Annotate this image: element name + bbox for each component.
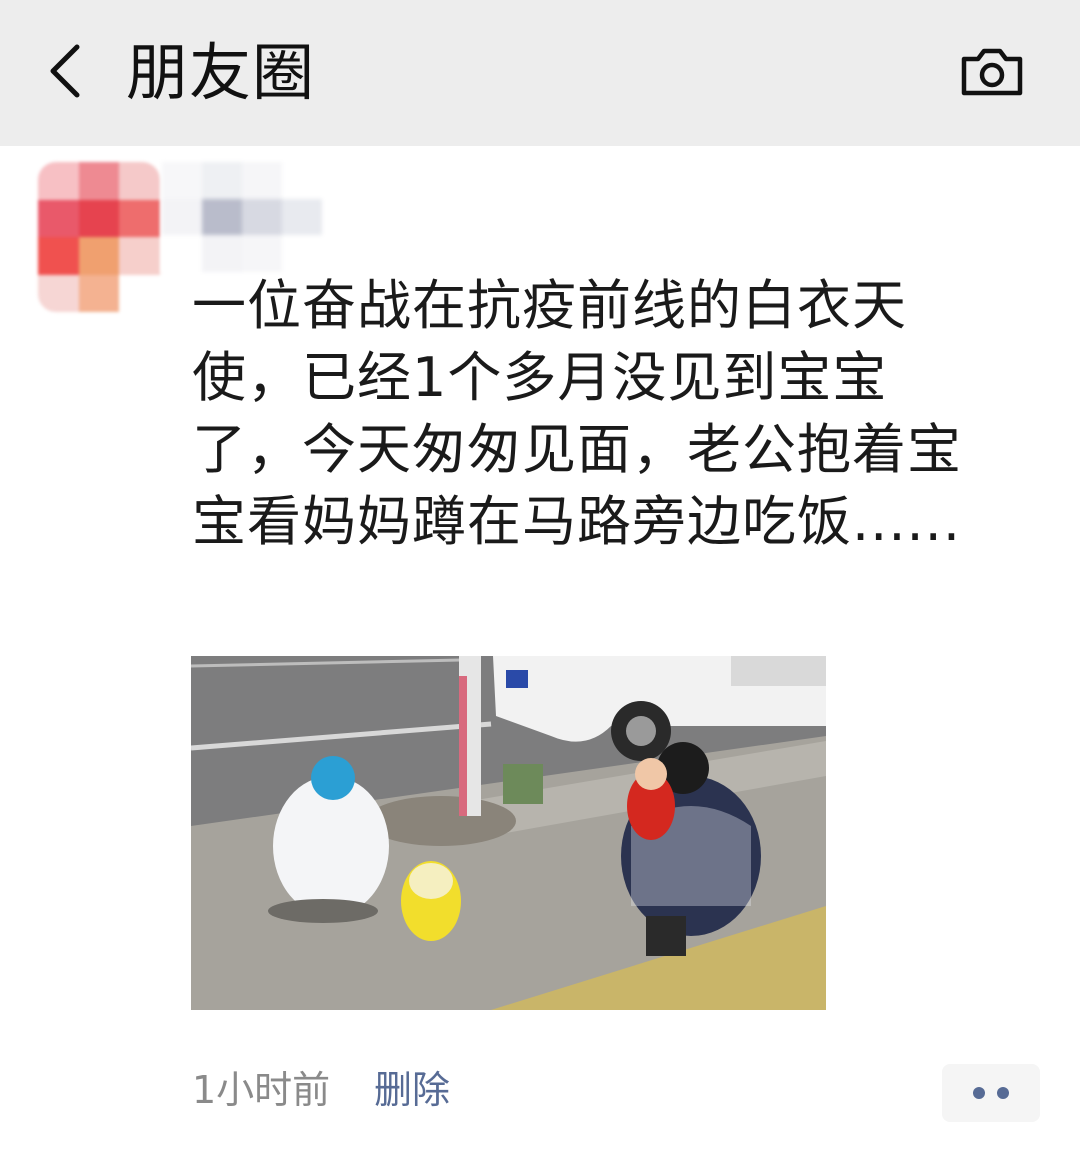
page-title: 朋友圈	[126, 36, 316, 109]
avatar[interactable]	[38, 162, 160, 312]
delete-button[interactable]: 删除	[374, 1066, 450, 1114]
more-dots-icon	[997, 1087, 1009, 1099]
post-text: 一位奋战在抗疫前线的白衣天使，已经1个多月没见到宝宝了，今天匆匆见面，老公抱着宝…	[192, 274, 962, 553]
back-button[interactable]	[30, 36, 100, 106]
username[interactable]	[162, 162, 322, 272]
post-time: 1小时前	[192, 1068, 331, 1112]
top-navbar: 朋友圈	[0, 0, 1080, 146]
camera-icon	[961, 48, 1023, 96]
more-actions-button[interactable]	[942, 1064, 1040, 1122]
moments-content: 一位奋战在抗疫前线的白衣天使，已经1个多月没见到宝宝了，今天匆匆见面，老公抱着宝…	[0, 146, 1080, 1150]
chevron-left-icon	[50, 44, 80, 98]
post-photo[interactable]	[191, 656, 826, 1010]
camera-button[interactable]	[948, 34, 1036, 110]
more-dots-icon	[973, 1087, 985, 1099]
post-photo-image	[191, 656, 826, 1010]
